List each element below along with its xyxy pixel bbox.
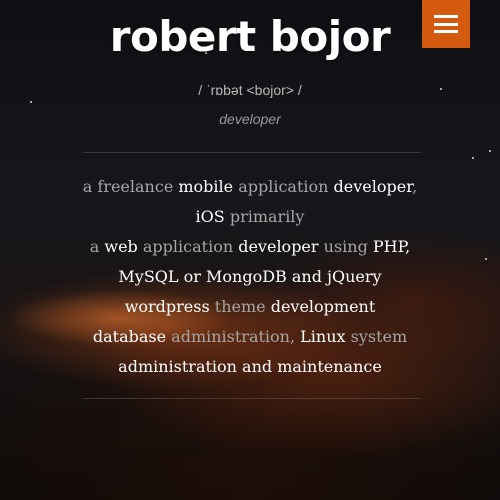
bio-keyword: wordpress	[124, 297, 210, 316]
top-divider	[83, 152, 421, 153]
bio-line: a web application developer using PHP,	[70, 232, 430, 262]
bio-line: MySQL or MongoDB and jQuery	[70, 262, 430, 292]
bio-text: a freelance mobile application developer…	[70, 172, 430, 382]
bio-keyword: Linux	[300, 327, 346, 346]
bio-keyword: development	[270, 297, 376, 316]
bio-text-segment: ,	[412, 177, 418, 196]
bio-keyword: mobile	[178, 177, 234, 196]
bio-keyword: iOS	[195, 207, 225, 226]
role-subtitle: developer	[219, 111, 281, 127]
bio-line: a freelance mobile application developer…	[70, 172, 430, 202]
bio-line: administration and maintenance	[70, 352, 430, 382]
bio-line: iOS primarily	[70, 202, 430, 232]
bio-text-segment: using	[318, 237, 373, 256]
bio-text-segment: primarily	[224, 207, 305, 226]
bio-keyword: database	[92, 327, 167, 346]
bio-text-segment: system	[345, 327, 408, 346]
bottom-divider	[83, 398, 421, 399]
bio-keyword: developer	[333, 177, 413, 196]
phonetic-transcription: / ˈrɒbət <bojor> /	[198, 82, 302, 98]
bio-line: wordpress theme development	[70, 292, 430, 322]
bio-text-segment: application	[233, 177, 334, 196]
hamburger-menu-icon	[434, 15, 458, 33]
star	[489, 150, 491, 152]
bio-keyword: developer	[238, 237, 319, 256]
bio-text-segment: application	[137, 237, 239, 256]
bio-text-segment: administration,	[166, 327, 301, 346]
bio-line: database administration, Linux system	[70, 322, 430, 352]
star	[472, 157, 474, 159]
bio-text-segment: a	[89, 237, 105, 256]
bio-text-segment: a freelance	[82, 177, 179, 196]
star	[485, 258, 487, 260]
bio-keyword: web	[104, 237, 138, 256]
bio-keyword: MySQL or MongoDB and jQuery	[118, 267, 382, 286]
menu-button[interactable]	[422, 0, 470, 48]
star	[30, 101, 32, 103]
bio-keyword: administration and maintenance	[118, 357, 382, 376]
bio-text-segment: theme	[209, 297, 271, 316]
bio-keyword: PHP,	[372, 237, 411, 256]
